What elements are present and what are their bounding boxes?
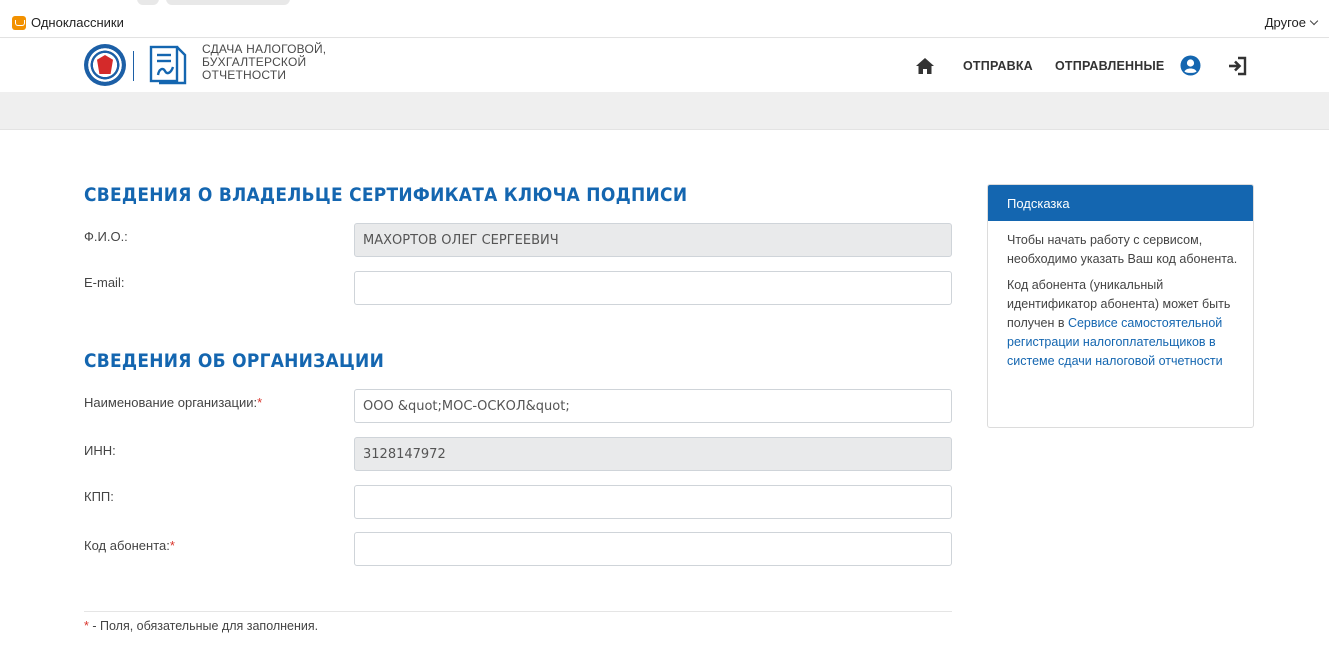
- bookmarks-other-label: Другое: [1264, 15, 1306, 30]
- address-bar-stub: [166, 0, 290, 5]
- kpp-field[interactable]: [354, 485, 952, 519]
- org-name-value: ООО &quot;МОС-ОСКОЛ&quot;: [363, 398, 570, 414]
- bookmark-odnoklassniki[interactable]: Одноклассники: [12, 15, 124, 30]
- required-asterisk: *: [169, 538, 175, 553]
- logo-line-3: ОТЧЕТНОСТИ: [202, 68, 287, 82]
- subscriber-code-field[interactable]: [354, 532, 952, 566]
- mail-icon: [12, 15, 26, 30]
- hint-paragraph-1: Чтобы начать работу с сервисом, необходи…: [1007, 233, 1238, 266]
- inn-field: 3128147972: [354, 437, 952, 471]
- org-name-label-text: Наименование организации:: [84, 395, 258, 410]
- footnote-text: - Поля, обязательные для заполнения.: [88, 619, 319, 633]
- subscriber-code-label-text: Код абонента:: [84, 538, 170, 553]
- bookmarks-other[interactable]: Другое: [1264, 15, 1319, 30]
- hint-panel: Подсказка Чтобы начать работу с сервисом…: [987, 184, 1254, 428]
- fns-emblem-icon[interactable]: [84, 44, 126, 86]
- hint-body: Чтобы начать работу с сервисом, необходи…: [988, 221, 1253, 371]
- nav-home[interactable]: [915, 39, 935, 92]
- logo-caption: СДАЧА НАЛОГОВОЙ, БУХГАЛТЕРСКОЙ ОТЧЕТНОСТ…: [202, 43, 326, 82]
- tab-stub: [137, 0, 159, 5]
- logout-icon: [1229, 56, 1247, 75]
- kpp-label: КПП:: [84, 489, 114, 504]
- subscriber-code-label: Код абонента:*: [84, 538, 175, 553]
- fio-field: МАХОРТОВ ОЛЕГ СЕРГЕЕВИЧ: [354, 223, 952, 257]
- email-label: E-mail:: [84, 275, 125, 290]
- inn-value: 3128147972: [363, 446, 446, 462]
- browser-toolbar-remnant: [0, 0, 1329, 8]
- nav-sent-link[interactable]: ОТПРАВЛЕННЫЕ: [1055, 39, 1164, 92]
- site-header: СДАЧА НАЛОГОВОЙ, БУХГАЛТЕРСКОЙ ОТЧЕТНОСТ…: [0, 39, 1329, 92]
- form-divider: [84, 611, 952, 612]
- hint-paragraph-2: Код абонента (уникальный идентификатор а…: [1007, 276, 1239, 371]
- chevron-down-icon: [1309, 16, 1319, 26]
- org-name-label: Наименование организации:*: [84, 395, 262, 410]
- bookmarks-bar: Одноклассники Другое: [0, 8, 1329, 38]
- fio-value: МАХОРТОВ ОЛЕГ СЕРГЕЕВИЧ: [363, 232, 559, 248]
- page-band: [0, 92, 1329, 130]
- required-asterisk: *: [257, 395, 263, 410]
- document-report-icon[interactable]: [149, 45, 187, 85]
- required-footnote: * - Поля, обязательные для заполнения.: [84, 619, 318, 633]
- nav-logout[interactable]: [1227, 39, 1247, 92]
- logo-divider: [133, 51, 134, 81]
- org-section-title: СВЕДЕНИЯ ОБ ОРГАНИЗАЦИИ: [84, 351, 385, 372]
- inn-label: ИНН:: [84, 443, 116, 458]
- user-icon: [1180, 55, 1201, 76]
- bookmark-label: Одноклассники: [31, 15, 124, 30]
- hint-title: Подсказка: [988, 185, 1253, 221]
- home-icon: [916, 57, 934, 74]
- org-name-field[interactable]: ООО &quot;МОС-ОСКОЛ&quot;: [354, 389, 952, 423]
- nav-profile[interactable]: [1180, 39, 1201, 92]
- email-field[interactable]: [354, 271, 952, 305]
- owner-section-title: СВЕДЕНИЯ О ВЛАДЕЛЬЦЕ СЕРТИФИКАТА КЛЮЧА П…: [84, 185, 688, 206]
- nav-send-link[interactable]: ОТПРАВКА: [963, 39, 1033, 92]
- fio-label: Ф.И.О.:: [84, 229, 128, 244]
